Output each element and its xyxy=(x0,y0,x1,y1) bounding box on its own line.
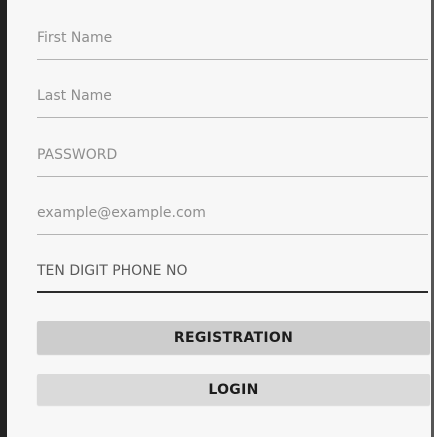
login-button[interactable]: LOGIN xyxy=(37,374,430,405)
window-left-border xyxy=(0,0,7,437)
last-name-input[interactable] xyxy=(37,84,428,108)
first-name-underline xyxy=(37,59,428,60)
registration-button[interactable]: REGISTRATION xyxy=(37,321,430,354)
email-input[interactable] xyxy=(37,201,428,225)
first-name-field xyxy=(37,26,428,60)
password-input[interactable] xyxy=(37,143,428,167)
phone-field xyxy=(37,259,428,293)
email-field xyxy=(37,201,428,235)
last-name-underline xyxy=(37,117,428,118)
phone-underline xyxy=(37,291,428,293)
email-underline xyxy=(37,234,428,235)
password-underline xyxy=(37,176,428,177)
phone-input[interactable] xyxy=(37,259,428,283)
last-name-field xyxy=(37,84,428,118)
first-name-input[interactable] xyxy=(37,26,428,50)
app-window: REGISTRATION LOGIN xyxy=(0,0,434,437)
password-field xyxy=(37,143,428,177)
registration-form: REGISTRATION LOGIN xyxy=(7,0,431,437)
